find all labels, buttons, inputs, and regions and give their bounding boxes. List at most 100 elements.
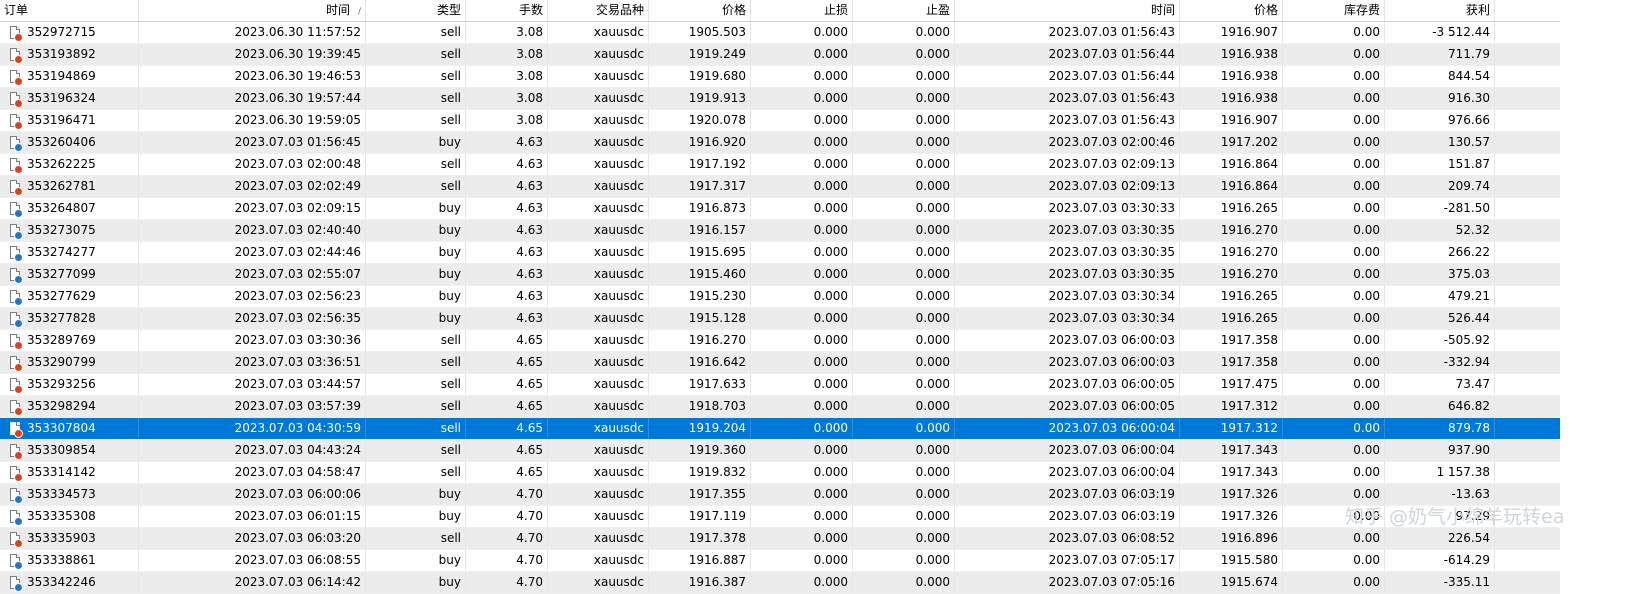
order-number: 353194869	[27, 69, 96, 83]
table-row[interactable]: 353264807 2023.07.03 02:09:15 buy 4.63 xauus…	[0, 198, 1560, 220]
table-row[interactable]: 353335308 2023.07.03 06:01:15 buy 4.70 xauus…	[0, 506, 1560, 528]
column-header-sl[interactable]: 止损	[751, 0, 853, 21]
sell-order-icon	[10, 113, 23, 130]
tp-cell: 0.000	[853, 484, 955, 505]
table-row[interactable]: 353342246 2023.07.03 06:14:42 buy 4.70 xauus…	[0, 572, 1560, 594]
price-open-cell: 1916.873	[649, 198, 751, 219]
table-row[interactable]: 353307804 2023.07.03 04:30:59 sell 4.65 xauu…	[0, 418, 1560, 440]
price-open-cell: 1916.387	[649, 572, 751, 593]
price-open-cell: 1919.360	[649, 440, 751, 461]
sell-order-icon	[10, 91, 23, 108]
time-close-cell: 2023.07.03 06:03:19	[955, 506, 1180, 527]
symbol-cell: xauusdc	[548, 176, 649, 197]
symbol-cell: xauusdc	[548, 286, 649, 307]
tp-cell: 0.000	[853, 198, 955, 219]
type-cell: buy	[366, 572, 466, 593]
swap-cell: 0.00	[1283, 330, 1385, 351]
table-row[interactable]: 353335903 2023.07.03 06:03:20 sell 4.70 xauu…	[0, 528, 1560, 550]
column-header-time-close[interactable]: 时间	[955, 0, 1180, 21]
swap-cell: 0.00	[1283, 352, 1385, 373]
time-close-cell: 2023.07.03 06:00:05	[955, 396, 1180, 417]
symbol-cell: xauusdc	[548, 506, 649, 527]
column-header-order[interactable]: 订单	[0, 0, 139, 21]
type-cell: buy	[366, 242, 466, 263]
tp-cell: 0.000	[853, 176, 955, 197]
swap-cell: 0.00	[1283, 22, 1385, 43]
price-close-cell: 1916.896	[1180, 528, 1283, 549]
column-header-time-open[interactable]: 时间 /	[139, 0, 366, 21]
table-row[interactable]: 353277629 2023.07.03 02:56:23 buy 4.63 xauus…	[0, 286, 1560, 308]
swap-cell: 0.00	[1283, 374, 1385, 395]
profit-cell: 976.66	[1385, 110, 1495, 131]
table-row[interactable]: 353274277 2023.07.03 02:44:46 buy 4.63 xauus…	[0, 242, 1560, 264]
order-cell: 353338861	[0, 550, 139, 571]
order-number: 352972715	[27, 25, 96, 39]
column-header-symbol[interactable]: 交易品种	[548, 0, 649, 21]
table-row[interactable]: 353298294 2023.07.03 03:57:39 sell 4.65 xauu…	[0, 396, 1560, 418]
column-header-tp[interactable]: 止盈	[853, 0, 955, 21]
sl-cell: 0.000	[751, 374, 853, 395]
table-row[interactable]: 353262781 2023.07.03 02:02:49 sell 4.63 xauu…	[0, 176, 1560, 198]
table-row[interactable]: 353260406 2023.07.03 01:56:45 buy 4.63 xauus…	[0, 132, 1560, 154]
header-label: 获利	[1465, 3, 1490, 17]
lots-cell: 4.63	[466, 308, 548, 329]
column-header-profit[interactable]: 获利	[1385, 0, 1495, 21]
symbol-cell: xauusdc	[548, 528, 649, 549]
sl-cell: 0.000	[751, 550, 853, 571]
header-label: 止损	[823, 3, 848, 17]
table-row[interactable]: 353334573 2023.07.03 06:00:06 buy 4.70 xauus…	[0, 484, 1560, 506]
price-open-cell: 1916.920	[649, 132, 751, 153]
table-row[interactable]: 353290799 2023.07.03 03:36:51 sell 4.65 xauu…	[0, 352, 1560, 374]
sell-order-icon	[10, 333, 23, 350]
order-cell: 353314142	[0, 462, 139, 483]
table-body: 352972715 2023.06.30 11:57:52 sell 3.08 xauu…	[0, 22, 1560, 594]
sell-order-icon	[10, 377, 23, 394]
table-row[interactable]: 353309854 2023.07.03 04:43:24 sell 4.65 xauu…	[0, 440, 1560, 462]
table-row[interactable]: 353196471 2023.06.30 19:59:05 sell 3.08 xauu…	[0, 110, 1560, 132]
column-header-swap[interactable]: 库存费	[1283, 0, 1385, 21]
sl-cell: 0.000	[751, 88, 853, 109]
symbol-cell: xauusdc	[548, 44, 649, 65]
tp-cell: 0.000	[853, 550, 955, 571]
buy-order-icon	[10, 487, 23, 504]
header-label: 价格	[1253, 3, 1278, 17]
symbol-cell: xauusdc	[548, 22, 649, 43]
column-header-type[interactable]: 类型	[366, 0, 466, 21]
order-cell: 353260406	[0, 132, 139, 153]
table-row[interactable]: 353196324 2023.06.30 19:57:44 sell 3.08 xauu…	[0, 88, 1560, 110]
type-cell: sell	[366, 154, 466, 175]
table-row[interactable]: 353273075 2023.07.03 02:40:40 buy 4.63 xauus…	[0, 220, 1560, 242]
table-row[interactable]: 352972715 2023.06.30 11:57:52 sell 3.08 xauu…	[0, 22, 1560, 44]
table-row[interactable]: 353262225 2023.07.03 02:00:48 sell 4.63 xauu…	[0, 154, 1560, 176]
time-open-cell: 2023.06.30 19:39:45	[139, 44, 366, 65]
symbol-cell: xauusdc	[548, 396, 649, 417]
type-cell: buy	[366, 308, 466, 329]
profit-cell: 375.03	[1385, 264, 1495, 285]
lots-cell: 4.63	[466, 154, 548, 175]
price-close-cell: 1917.343	[1180, 462, 1283, 483]
table-row[interactable]: 353289769 2023.07.03 03:30:36 sell 4.65 xauu…	[0, 330, 1560, 352]
type-cell: sell	[366, 88, 466, 109]
price-close-cell: 1915.580	[1180, 550, 1283, 571]
table-row[interactable]: 353277828 2023.07.03 02:56:35 buy 4.63 xauus…	[0, 308, 1560, 330]
table-row[interactable]: 353193892 2023.06.30 19:39:45 sell 3.08 xauu…	[0, 44, 1560, 66]
table-row[interactable]: 353293256 2023.07.03 03:44:57 sell 4.65 xauu…	[0, 374, 1560, 396]
swap-cell: 0.00	[1283, 198, 1385, 219]
time-close-cell: 2023.07.03 03:30:35	[955, 220, 1180, 241]
table-row[interactable]: 353194869 2023.06.30 19:46:53 sell 3.08 xauu…	[0, 66, 1560, 88]
table-row[interactable]: 353277099 2023.07.03 02:55:07 buy 4.63 xauus…	[0, 264, 1560, 286]
price-open-cell: 1919.913	[649, 88, 751, 109]
time-close-cell: 2023.07.03 02:09:13	[955, 154, 1180, 175]
table-row[interactable]: 353338861 2023.07.03 06:08:55 buy 4.70 xauus…	[0, 550, 1560, 572]
column-header-lots[interactable]: 手数	[466, 0, 548, 21]
price-close-cell: 1916.938	[1180, 66, 1283, 87]
order-cell: 353289769	[0, 330, 139, 351]
symbol-cell: xauusdc	[548, 440, 649, 461]
column-header-price-close[interactable]: 价格	[1180, 0, 1283, 21]
time-open-cell: 2023.06.30 11:57:52	[139, 22, 366, 43]
profit-cell: 646.82	[1385, 396, 1495, 417]
column-header-price-open[interactable]: 价格	[649, 0, 751, 21]
lots-cell: 4.70	[466, 572, 548, 593]
buy-order-icon	[10, 509, 23, 526]
table-row[interactable]: 353314142 2023.07.03 04:58:47 sell 4.65 xauu…	[0, 462, 1560, 484]
